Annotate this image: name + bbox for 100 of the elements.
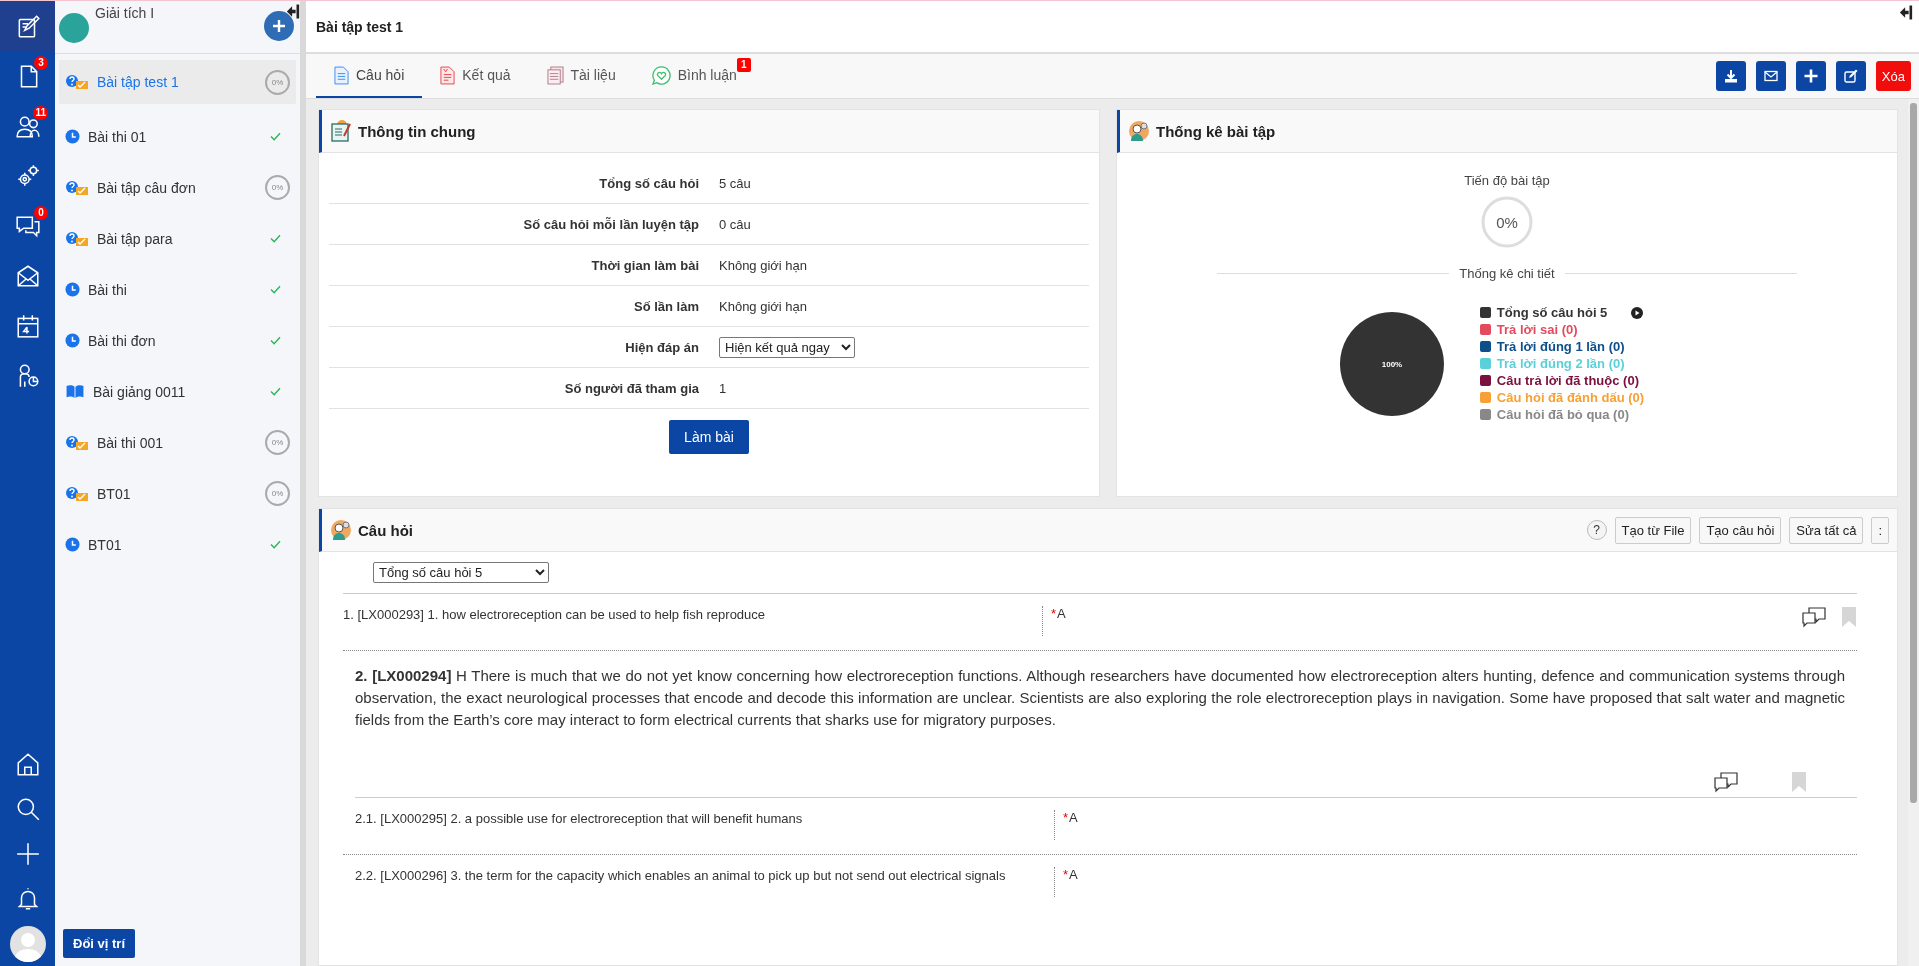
legend-label: Tổng số câu hỏi 5 [1496,305,1608,320]
sidebar-item[interactable]: Bài thi 001 0% [59,417,296,468]
edit-icon [1844,69,1858,83]
avatar[interactable] [9,925,46,962]
legend-label: Trả lời sai (0) [1496,322,1578,337]
field-value: Không giới hạn [719,298,809,314]
question-filter-dropdown[interactable]: Tổng số câu hỏi 5 [373,562,549,583]
field-label: Tổng số câu hỏi [598,175,699,191]
progress-ring: 0% [1481,196,1533,248]
answer-text: *A [1050,606,1066,621]
collapse-icon[interactable] [1899,5,1913,20]
count-badge: 0 [34,206,48,220]
tab[interactable]: Bình luận 1 [633,54,755,98]
count-badge: 3 [34,56,48,70]
data-label: 100% [1381,359,1403,369]
sidebar-item[interactable]: Bài tập para [59,213,296,264]
field-value: Không giới hạn [719,257,809,273]
question-check-icon [65,434,89,451]
comment-icon[interactable] [1713,771,1739,793]
course-title: Giải tích I [95,4,156,21]
sidebar-item[interactable]: Bài thi 01 [59,111,296,162]
sidebar-item[interactable]: Bài giảng 0011 [59,366,296,417]
tab[interactable]: Kết quả [422,54,529,98]
field-value: 5 câu [719,175,752,191]
sidebar-item[interactable]: Bài thi [59,264,296,315]
plus-icon [272,19,286,33]
field-label: Số người đã tham gia [563,380,699,396]
field-label: Hiện đáp án [624,339,699,355]
field-value: 1 [719,380,728,396]
field-label: Số câu hỏi mỗi lần luyện tập [522,216,699,232]
progress-ring: 0% [265,481,290,506]
clock-icon [65,333,80,348]
action-button[interactable]: Tạo câu hỏi [1699,516,1782,544]
heart-chat-icon [651,65,671,85]
collapse-icon[interactable] [286,4,300,19]
tab[interactable]: Câu hỏi [316,54,423,98]
scrollbar-thumb[interactable] [1910,103,1917,803]
question-text: 2.1. [LX000295] 2. a possible use for electroreception that will benefit humans [355,810,1055,840]
answer-text: *A [1062,867,1078,882]
question-check-icon [65,179,89,196]
sidebar-item[interactable]: Bài tập test 1 0% [59,60,296,104]
delete-button[interactable]: Xóa [1875,61,1911,91]
progress-ring: 0% [265,430,290,455]
question-text: 2.2. [LX000296] 3. the term for the capacity which enables an animal to pick up but not send out electrical signals [355,867,1055,897]
answer-mode-dropdown[interactable]: Hiện kết quả ngay [719,336,855,358]
legend-label: Câu hỏi đã đánh dấu (0) [1496,390,1645,405]
plus-icon[interactable] [14,840,41,867]
mail-button[interactable] [1755,61,1786,91]
question-check-icon [65,230,89,247]
play-icon[interactable] [1631,306,1644,319]
sidebar-item[interactable]: Bài thi đơn [59,315,296,366]
legend-label: Trả lời đúng 1 lần (0) [1496,339,1625,354]
stats-person-icon [1128,120,1150,142]
comment-icon[interactable] [1801,606,1827,628]
question-check-icon [65,74,89,90]
edit-button[interactable] [1835,61,1866,91]
progress-ring: 0% [265,175,290,200]
clock-icon [65,129,80,144]
field-value: 0 câu [719,216,752,232]
notebook-icon [330,120,352,142]
answer-text: *A [1062,810,1078,825]
legend-label: Câu trả lời đã thuộc (0) [1496,373,1639,388]
field-label: Thời gian làm bài [590,257,699,273]
more-button[interactable]: : [1871,516,1889,544]
count-badge: 1 [736,58,751,72]
calendar-icon[interactable] [14,313,41,339]
progress-ring: 0% [265,69,290,95]
plus-button[interactable] [1795,61,1826,91]
document-icon [334,65,349,85]
download-icon [1724,69,1737,83]
sidebar-item[interactable]: BT01 0% [59,468,296,519]
pie-chart: 100% [1339,311,1444,416]
sidebar-item[interactable]: Bài tập câu đơn 0% [59,162,296,213]
field-label: Số lần làm [632,298,699,314]
legend-label: Trả lời đúng 2 lần (0) [1496,356,1625,371]
question-text: 1. [LX000293] 1. how electroreception can be used to help fish reproduce [343,606,1043,636]
course-logo [59,13,89,43]
passage-text: 2. [LX000294] H There is much that we do not yet know concerning how electroreception functions. Although researchers have documented how electroreception alters hunting, defence and communication systems through observation, the exact neurological processes that encode and decode this information are unclear. Scientists are also exploring the role electroreception plays in navigation. Some have proposed that salt water and magnetic fields from the Earth’s core may interact to form electrical currents that sharks use for migratory purposes. [355,666,1846,730]
add-button[interactable] [264,11,294,41]
count-badge: 11 [33,106,48,120]
stats-person-icon [330,519,352,541]
start-button[interactable]: Làm bài [669,420,749,454]
mail-icon[interactable] [14,263,41,289]
progress-label: Tiến độ bài tập [1464,173,1550,188]
book-icon [65,384,85,399]
swap-button[interactable]: Đổi vị trí [63,929,135,958]
help-button[interactable]: ? [1586,520,1607,540]
action-button[interactable]: Tạo từ File [1614,516,1692,544]
page-title: Bài tập test 1 [316,18,404,35]
download-button[interactable] [1715,61,1746,91]
plus-icon [1803,69,1818,83]
clock-icon [65,537,80,552]
report-icon [440,65,456,85]
action-button[interactable]: Sửa tất cả [1789,516,1864,544]
tab[interactable]: Tài liệu [528,54,634,98]
panel-title: Thống kê bài tập [1156,122,1276,140]
sidebar-item[interactable]: BT01 [59,519,296,570]
pages-icon [546,65,564,85]
section-label: Thống kê chi tiết [1459,266,1555,281]
mail-icon [1764,70,1778,82]
